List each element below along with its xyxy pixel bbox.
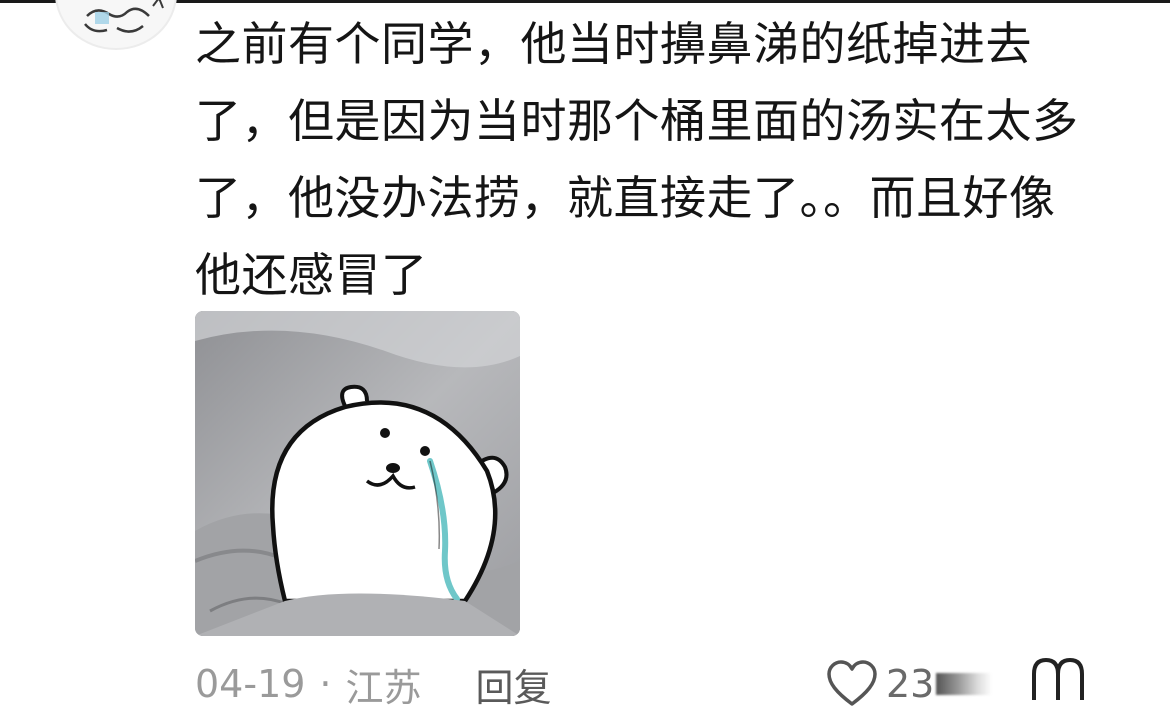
like-count: 23 <box>886 662 935 706</box>
reply-button[interactable]: 回复 <box>476 657 552 712</box>
meta-separator: · <box>319 662 332 706</box>
avatar[interactable] <box>55 0 177 50</box>
like-button[interactable]: 23 <box>826 654 993 714</box>
heart-outline-icon <box>827 660 877 706</box>
more-icon[interactable] <box>1030 656 1170 704</box>
like-count-obscured <box>936 673 993 695</box>
comment-meta: 04-19 · 江苏 回复 <box>195 654 552 714</box>
comment-text: 之前有个同学，他当时擤鼻涕的纸掉进去了，但是因为当时那个桶里面的汤实在太多了，他… <box>195 17 1079 302</box>
comment-location: 江苏 <box>345 665 422 710</box>
comment-image[interactable] <box>195 311 520 636</box>
comment-date: 04-19 <box>195 662 306 706</box>
crying-bear-sticker-icon <box>195 311 520 636</box>
